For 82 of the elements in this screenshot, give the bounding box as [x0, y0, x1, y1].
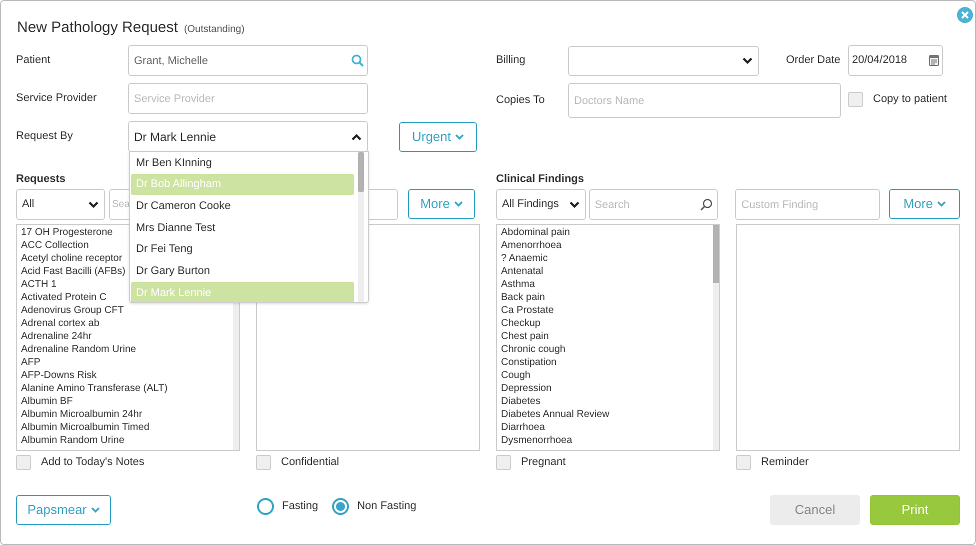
patient-field[interactable]: Grant, Michelle [128, 45, 368, 76]
checkbox[interactable] [496, 454, 511, 470]
list-item[interactable]: Dysmenorrhoea [501, 434, 713, 447]
chevron-down-icon [742, 56, 753, 64]
list-item[interactable]: Asthma [501, 278, 713, 291]
checkbox-label: Pregnant [521, 455, 566, 470]
checkbox-label: Copy to patient [873, 92, 947, 107]
field-label: Patient [16, 53, 52, 68]
checkbox-label: Confidential [281, 455, 340, 470]
list-item[interactable]: Checkup [501, 317, 713, 330]
calendar-icon [929, 55, 939, 66]
chevron-down-icon [936, 201, 946, 207]
billing-dropdown[interactable] [568, 46, 759, 76]
list-item[interactable]: Adrenal cortex ab [21, 317, 233, 330]
findings-dropdown[interactable]: All Findings [496, 189, 586, 220]
list-item[interactable]: Adrenaline Random Urine [21, 343, 233, 356]
radio-label: Fasting [282, 498, 318, 514]
search-icon [351, 54, 364, 67]
checkbox[interactable] [848, 92, 863, 107]
request-by-dropdown[interactable]: Dr Mark Lennie [128, 121, 368, 152]
list-item[interactable]: Diabetes [501, 395, 713, 408]
section-heading: Clinical Findings [496, 173, 584, 185]
copies-to-field[interactable]: Doctors Name [568, 83, 841, 118]
list-item[interactable]: Chest pain [501, 330, 713, 343]
dropdown-option[interactable]: Mrs Dianne Test [131, 217, 354, 239]
list-item[interactable]: Adrenaline 24hr [21, 330, 233, 343]
list-item[interactable]: ? Anaemic [501, 252, 713, 265]
order-date-field[interactable]: 20/04/2018 [848, 45, 943, 76]
list-item[interactable]: Ca Prostate [501, 304, 713, 317]
field-label: Copies To [496, 93, 546, 108]
findings-search-field[interactable]: Search [588, 189, 718, 220]
chevron-down-icon [568, 200, 580, 208]
radio-button[interactable] [257, 498, 274, 514]
chevron-up-icon [351, 132, 362, 140]
checkbox-label: Add to Today's Notes [41, 455, 144, 470]
dropdown-option[interactable]: Mr Ben KInning [131, 152, 354, 174]
scrollbar[interactable] [358, 152, 364, 302]
dialog-title: New Pathology Request [17, 20, 178, 35]
dropdown-option[interactable]: Dr Cameron Cooke [131, 195, 354, 218]
chevron-down-icon [455, 134, 464, 140]
status-label: (Outstanding) [184, 25, 245, 35]
chevron-down-icon [90, 507, 100, 513]
checkbox[interactable] [736, 454, 751, 470]
list-item[interactable]: Diarrhoea [501, 421, 713, 434]
field-label: Service Provider [16, 91, 98, 106]
dropdown-option[interactable]: Dr Fei Teng [131, 238, 354, 260]
list-item[interactable]: Antenatal [501, 265, 713, 278]
list-item[interactable]: Abdominal pain [501, 226, 713, 239]
section-heading: Requests [16, 173, 66, 185]
list-item[interactable]: Adenovirus Group CFT [21, 304, 233, 317]
chevron-down-icon [88, 200, 99, 208]
category-dropdown[interactable]: All [16, 189, 105, 220]
list-item[interactable]: Alanine Amino Transferase (ALT) [21, 382, 233, 395]
list-item[interactable]: Depression [501, 382, 713, 395]
list-item[interactable]: Albumin Random Urine [21, 434, 233, 447]
list-item[interactable]: Constipation [501, 356, 713, 369]
radio-button[interactable] [332, 498, 350, 514]
list-item[interactable]: Albumin Microalbumin Timed [21, 421, 233, 434]
search-icon [700, 198, 714, 211]
service-provider-field[interactable]: Service Provider [128, 83, 368, 114]
close-button[interactable] [957, 7, 973, 23]
checkbox[interactable] [16, 454, 31, 470]
list-item[interactable]: AFP-Downs Risk [21, 369, 233, 382]
list-item[interactable]: Cough [501, 369, 713, 382]
custom-finding-field[interactable]: Custom Finding [735, 189, 880, 220]
dropdown-option[interactable]: Dr Gary Burton [131, 260, 354, 282]
list-item[interactable]: Back pain [501, 291, 713, 304]
list-item[interactable]: Amenorrhoea [501, 239, 713, 252]
checkbox-label: Reminder [761, 455, 809, 470]
field-label: Order Date [786, 53, 842, 68]
list-item[interactable]: Chronic cough [501, 343, 713, 356]
list-item[interactable]: Albumin BF [21, 395, 233, 408]
list-item[interactable]: Diabetes Annual Review [501, 408, 713, 421]
field-label: Request By [16, 129, 74, 144]
radio-label: Non Fasting [357, 498, 416, 514]
list-item[interactable]: Albumin Microalbumin 24hr [21, 408, 233, 421]
scrollbar[interactable] [713, 225, 719, 450]
checkbox[interactable] [256, 454, 271, 470]
close-icon [961, 11, 969, 19]
list-item[interactable]: AFP [21, 356, 233, 369]
chevron-down-icon [454, 201, 463, 207]
field-label: Billing [496, 53, 526, 68]
